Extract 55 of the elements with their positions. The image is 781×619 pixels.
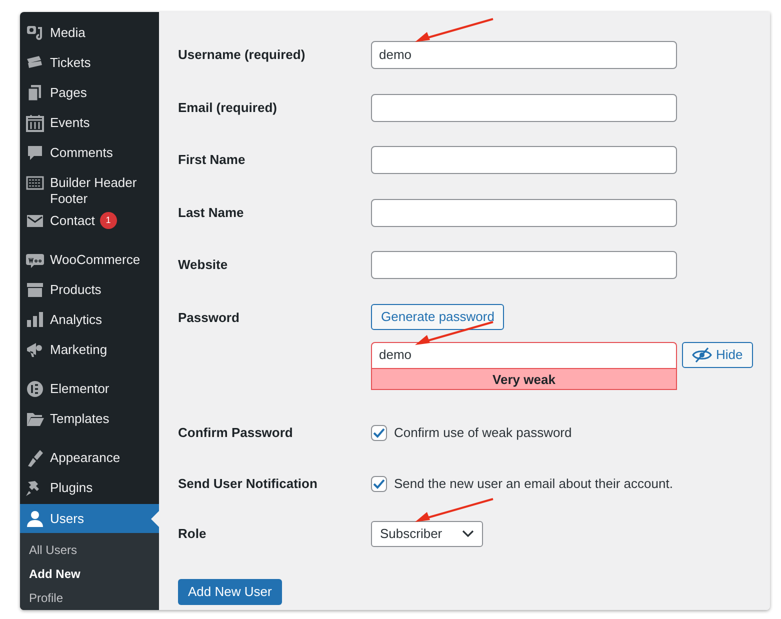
- text-field[interactable]: [371, 94, 677, 122]
- chevron-down-icon: [462, 530, 474, 538]
- password-field[interactable]: demo: [371, 342, 677, 368]
- sidebar-item[interactable]: Tickets: [20, 49, 159, 79]
- menu-icon: [25, 509, 45, 529]
- sidebar-item[interactable]: Events: [20, 109, 159, 139]
- sidebar-item[interactable]: WooCommerce: [20, 246, 159, 276]
- menu-icon: [25, 113, 45, 133]
- notification-badge: 1: [100, 212, 117, 229]
- password-strength-meter: Very weak: [371, 368, 677, 390]
- field-label: Last Name: [178, 204, 245, 222]
- checkbox-label: Send the new user an email about their account.: [394, 474, 673, 492]
- hide-password-button[interactable]: Hide: [682, 342, 753, 368]
- submenu-item[interactable]: Profile: [20, 586, 159, 610]
- field-label: Confirm Password: [178, 424, 294, 442]
- checkbox[interactable]: [371, 476, 387, 492]
- role-dropdown[interactable]: Subscriber: [371, 520, 483, 546]
- sidebar-item[interactable]: Builder Header Footer: [20, 169, 159, 207]
- field-label: Username (required): [178, 46, 306, 64]
- field-label: Send User Notification: [178, 474, 318, 492]
- generate-password-button[interactable]: Generate password: [371, 304, 504, 330]
- text-field[interactable]: [371, 251, 677, 279]
- sidebar-item[interactable]: Users: [20, 504, 159, 533]
- submenu-item[interactable]: Add New: [20, 562, 159, 586]
- menu-icon: [25, 310, 45, 330]
- sidebar-item[interactable]: Appearance: [20, 444, 159, 474]
- sidebar-item[interactable]: Marketing: [20, 336, 159, 366]
- menu-icon: [25, 23, 45, 43]
- hidden-eye-icon: [692, 346, 712, 362]
- sidebar-item[interactable]: Products: [20, 276, 159, 306]
- field-label: Email (required): [178, 98, 278, 117]
- field-label: First Name: [178, 151, 246, 169]
- checkbox-label: Confirm use of weak password: [394, 424, 572, 442]
- sidebar-item[interactable]: Plugins: [20, 474, 159, 504]
- field-label: Password: [178, 308, 240, 326]
- sidebar-item[interactable]: Comments: [20, 139, 159, 169]
- sidebar-item[interactable]: Elementor: [20, 375, 159, 405]
- submenu-item[interactable]: All Users: [20, 538, 159, 562]
- sidebar-item[interactable]: Templates: [20, 405, 159, 435]
- sidebar-item[interactable]: Contact 1: [20, 207, 159, 237]
- field-label: Website: [178, 256, 229, 274]
- sidebar-item[interactable]: Pages: [20, 79, 159, 109]
- menu-icon: [25, 143, 45, 163]
- menu-icon: [25, 379, 45, 399]
- menu-icon: [25, 448, 45, 468]
- text-field[interactable]: [371, 198, 677, 226]
- checkbox[interactable]: [371, 424, 387, 440]
- text-field[interactable]: [371, 146, 677, 174]
- add-user-button[interactable]: Add New User: [178, 578, 282, 604]
- menu-icon: [25, 340, 45, 360]
- sidebar-item[interactable]: Media: [20, 19, 159, 49]
- sidebar-item[interactable]: Analytics: [20, 306, 159, 336]
- field-label: Role: [178, 524, 208, 542]
- text-field[interactable]: demo: [371, 41, 677, 69]
- menu-icon: [25, 280, 45, 300]
